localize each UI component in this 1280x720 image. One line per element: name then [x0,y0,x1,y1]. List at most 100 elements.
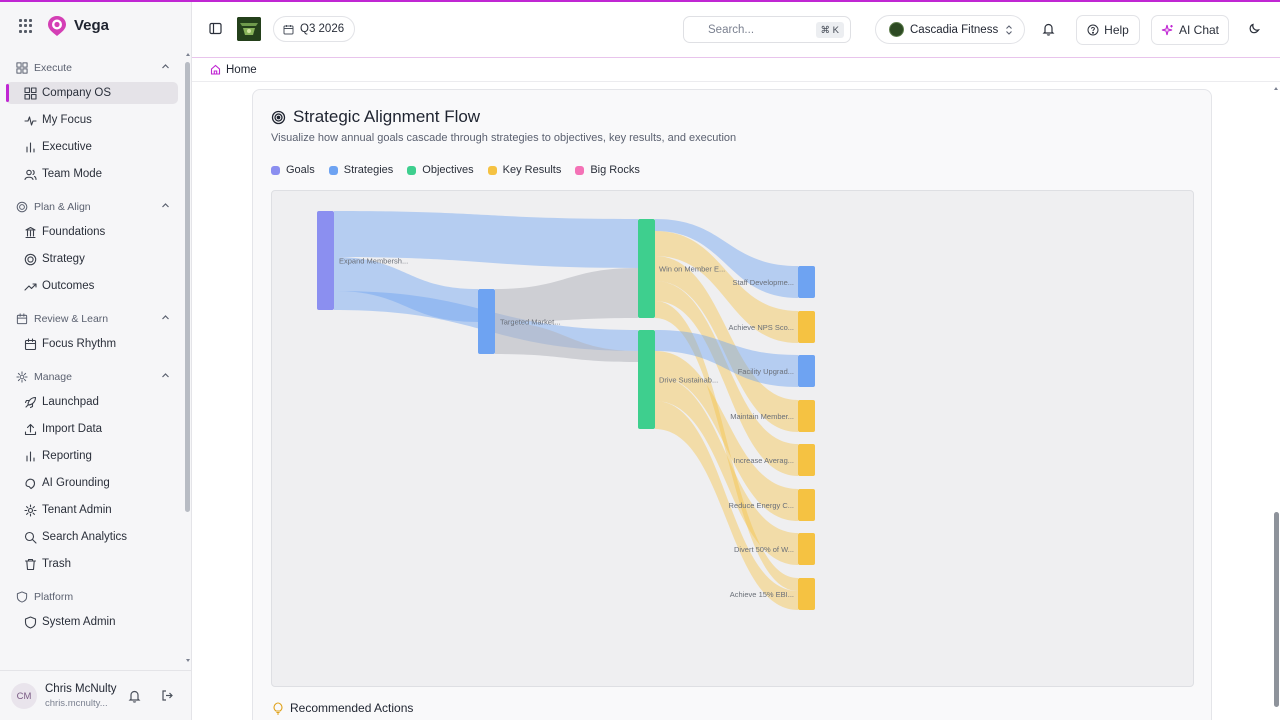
tenant-name: Cascadia Fitness [910,23,999,36]
sidebar-item-executive[interactable]: Executive [6,136,178,158]
sidebar-section-manage[interactable]: Manage [16,371,170,383]
sidebar-item-focus-rhythm[interactable]: Focus Rhythm [6,333,178,355]
flow-node-label: Staff Developme... [732,278,794,287]
sidebar-section-label: Manage [34,371,72,383]
flow-node-label: Divert 50% of W... [734,545,794,554]
sidebar-section-plan-align[interactable]: Plan & Align [16,201,170,213]
sidebar-item-foundations[interactable]: Foundations [6,221,178,243]
sidebar-item-launchpad[interactable]: Launchpad [6,391,178,413]
flow-node-objectives[interactable] [638,330,655,429]
sidebar-item-ai-grounding[interactable]: AI Grounding [6,472,178,494]
vega-logo-icon [48,16,66,36]
sidebar: Vega Execute Company OS My Focus Executive T… [0,0,192,720]
sidebar-scroll-thumb[interactable] [185,62,190,512]
tenant-switcher[interactable]: Cascadia Fitness [875,15,1025,44]
bell-icon[interactable] [1042,22,1055,36]
flow-node-key-results[interactable] [798,578,815,610]
chevron-up-icon[interactable] [161,313,170,325]
user-panel: CM Chris McNulty chris.mcnulty... [0,670,191,720]
flow-node-label: Reduce Energy C... [729,501,794,510]
flow-node-key-results[interactable] [798,311,815,343]
sidebar-item-company-os[interactable]: Company OS [6,82,178,104]
chevron-up-icon[interactable] [161,201,170,213]
sidebar-item-label: My Focus [42,114,92,126]
recommended-actions-heading: Recommended Actions [273,701,413,715]
sidebar-item-tenant-admin[interactable]: Tenant Admin [6,499,178,521]
notification-settings-icon[interactable] [128,689,141,703]
sidebar-item-strategy[interactable]: Strategy [6,248,178,270]
chart-legend: Goals Strategies Objectives Key Results Big … [271,164,640,176]
shield-icon [16,591,28,603]
page-title: Strategic Alignment Flow [271,107,480,127]
quarter-selector[interactable]: Q3 2026 [273,16,356,42]
main-content: Strategic Alignment Flow Visualize how a… [192,82,1272,720]
flow-node-key-results[interactable] [798,400,815,432]
moon-icon[interactable] [1248,22,1261,35]
ai-icon [24,477,37,490]
sidebar-item-label: Search Analytics [42,531,128,543]
app-grid-icon[interactable] [19,19,33,33]
user-name: Chris McNulty [45,683,117,695]
user-email: chris.mcnulty... [45,698,108,709]
chevron-up-icon[interactable] [161,371,170,383]
grid-icon [24,86,37,100]
tenant-logo-thumbnail[interactable] [237,17,261,41]
search-placeholder: Search... [708,23,755,36]
flow-node-strategies[interactable] [798,266,815,298]
sidebar-item-reporting[interactable]: Reporting [6,445,178,467]
flow-link[interactable] [495,268,638,322]
chevron-up-down-icon [1006,25,1012,35]
chevron-up-icon[interactable] [161,62,170,74]
calendar-icon [283,24,294,34]
flow-node-label: Increase Averag... [734,456,794,465]
sidebar-item-team-mode[interactable]: Team Mode [6,163,178,185]
sidebar-item-label: Reporting [42,450,92,462]
shield-icon [24,615,37,629]
flow-node-goals[interactable] [317,211,334,310]
target-icon [271,110,286,124]
help-button[interactable]: Help [1076,15,1140,45]
users-icon [24,168,37,181]
flow-node-key-results[interactable] [798,533,815,565]
sidebar-item-label: System Admin [42,616,116,628]
flow-node-key-results[interactable] [798,444,815,476]
flow-node-strategies[interactable] [798,355,815,387]
flow-node-key-results[interactable] [798,489,815,521]
gear-icon [24,503,37,517]
sparkles-icon [1161,24,1173,35]
sidebar-item-label: Company OS [42,87,112,99]
main-scrollbar[interactable] [1272,82,1280,720]
sidebar-item-system-admin[interactable]: System Admin [6,611,178,633]
sidebar-section-execute[interactable]: Execute [16,62,170,74]
rocket-icon [24,396,37,409]
legend-swatch [407,165,417,175]
sidebar-item-label: Outcomes [42,280,95,292]
sidebar-item-outcomes[interactable]: Outcomes [6,275,178,297]
lightbulb-icon [273,701,283,715]
sidebar-item-search-analytics[interactable]: Search Analytics [6,526,178,548]
flow-node-objectives[interactable] [638,219,655,318]
legend-swatch [487,165,497,175]
calendar-icon [16,313,28,325]
help-label: Help [1104,23,1129,37]
sidebar-section-platform[interactable]: Platform [16,591,170,603]
sidebar-item-my-focus[interactable]: My Focus [6,109,178,131]
gear-icon [16,371,28,383]
flow-node-strategies[interactable] [478,289,495,354]
avatar[interactable]: CM [11,683,37,709]
help-circle-icon [1087,24,1099,36]
main-scroll-thumb[interactable] [1274,512,1279,707]
breadcrumb: Home [192,58,1280,82]
logout-icon[interactable] [161,689,174,702]
ai-chat-button[interactable]: AI Chat [1151,15,1229,45]
legend-label: Key Results [502,164,562,176]
sidebar-section-review-learn[interactable]: Review & Learn [16,313,170,325]
breadcrumb-home[interactable]: Home [226,64,257,76]
search-input[interactable]: Search... ⌘ K [683,16,851,43]
sidebar-item-import-data[interactable]: Import Data [6,418,178,440]
sidebar-item-label: Import Data [42,423,103,435]
sidebar-nav: Execute Company OS My Focus Executive Team M… [0,58,184,664]
card-title: Strategic Alignment Flow [293,107,481,126]
sidebar-toggle-icon[interactable] [209,22,222,35]
sidebar-item-trash[interactable]: Trash [6,553,178,575]
